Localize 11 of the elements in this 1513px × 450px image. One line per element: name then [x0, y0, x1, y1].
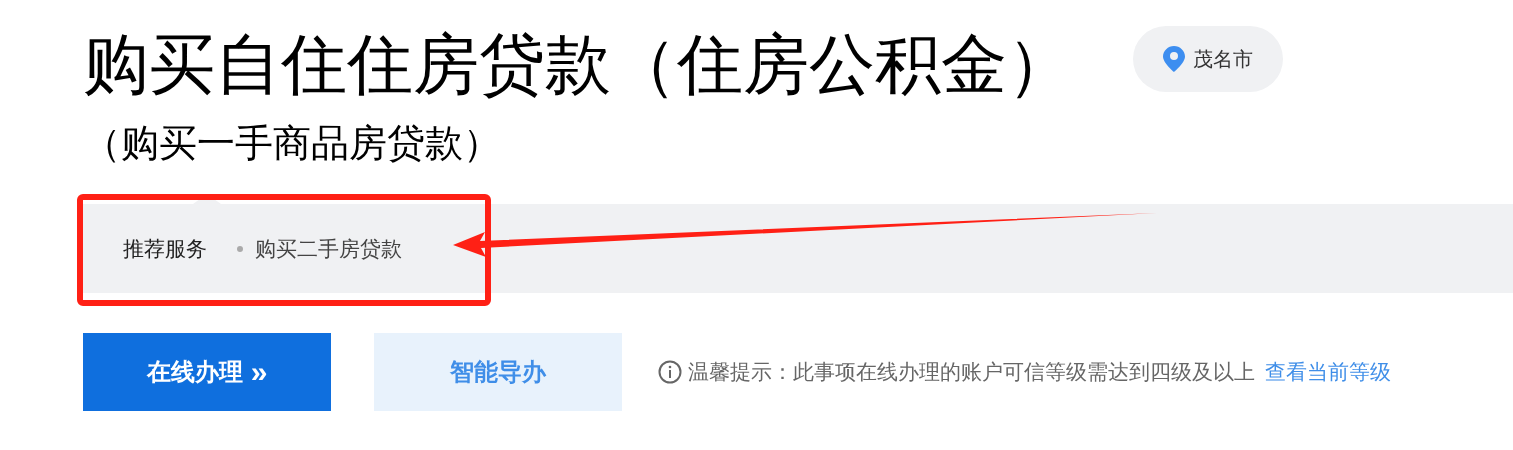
recommend-link[interactable]: 购买二手房贷款: [237, 232, 402, 265]
online-apply-button[interactable]: 在线办理 »: [83, 333, 331, 411]
tip-text: 温馨提示：此事项在线办理的账户可信等级需达到四级及以上: [688, 359, 1255, 386]
location-pin-icon: [1163, 46, 1185, 72]
smart-guide-button[interactable]: 智能导办: [374, 333, 622, 411]
check-level-link[interactable]: 查看当前等级: [1265, 356, 1391, 388]
page-title: 购买自住住房贷款（住房公积金）: [83, 26, 1073, 103]
recommend-label: 推荐服务: [123, 235, 207, 262]
page-subtitle: （购买一手商品房贷款）: [82, 121, 502, 166]
location-chip[interactable]: 茂名市: [1133, 26, 1283, 92]
info-icon: [658, 360, 682, 384]
